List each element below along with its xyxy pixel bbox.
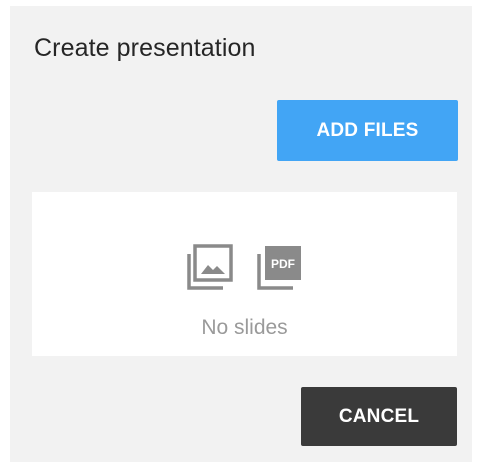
pdf-stack-icon: PDF: [256, 246, 301, 290]
image-stack-icon: [186, 244, 233, 290]
no-slides-text: No slides: [201, 316, 288, 339]
slides-dropzone[interactable]: PDF No slides: [32, 192, 457, 356]
placeholder-icons: PDF: [32, 244, 457, 292]
create-presentation-dialog: Create presentation ADD FILES PDF No sli…: [10, 6, 472, 462]
dialog-title: Create presentation: [34, 34, 256, 62]
pdf-icon-text: PDF: [271, 257, 295, 271]
cancel-button[interactable]: CANCEL: [301, 387, 457, 446]
add-files-button[interactable]: ADD FILES: [277, 100, 458, 161]
